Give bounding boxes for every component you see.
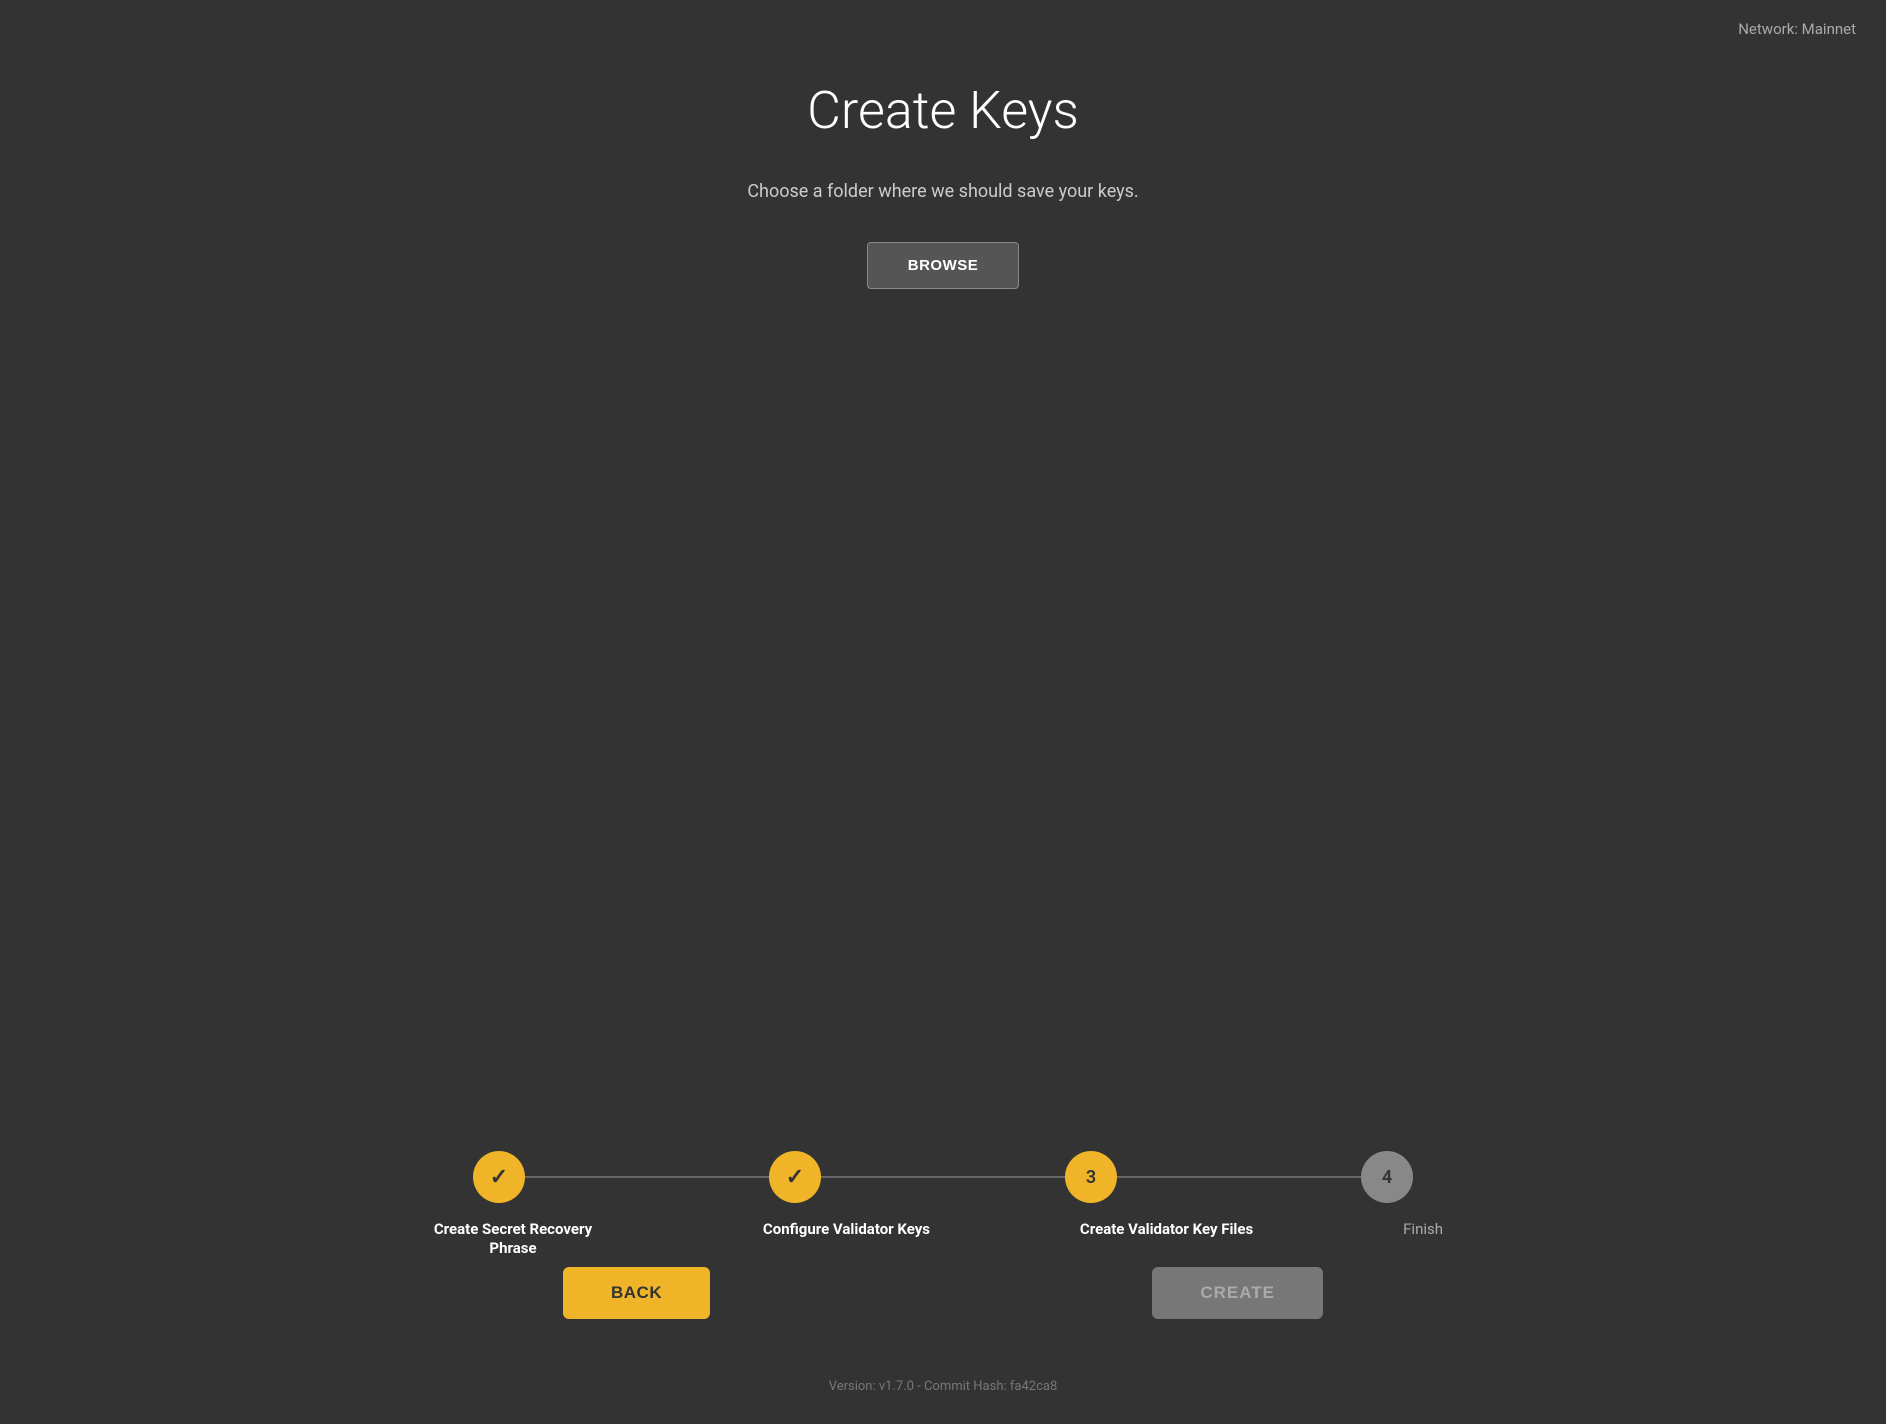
browse-button[interactable]: BROWSE [867,242,1020,289]
create-button[interactable]: CREATE [1152,1267,1323,1319]
stepper: ✓ ✓ 3 4 [473,1151,1413,1203]
step-line-3-4 [1117,1176,1361,1178]
step-line-2-3 [821,1176,1065,1178]
step-4-number: 4 [1382,1167,1392,1188]
page-subtitle: Choose a folder where we should save you… [747,181,1138,202]
step-2-circle: ✓ [769,1151,821,1203]
step-2-label: Configure Validator Keys [763,1220,930,1238]
step-3-label: Create Validator Key Files [1080,1220,1253,1238]
step-line-1-2 [525,1176,769,1178]
network-label: Network: Mainnet [1738,20,1856,38]
step-4-circle: 4 [1361,1151,1413,1203]
step-2-check-icon: ✓ [786,1165,804,1190]
step-3-circle: 3 [1065,1151,1117,1203]
step-3-number: 3 [1086,1167,1096,1188]
step-4-label: Finish [1403,1220,1443,1238]
step-1-check-icon: ✓ [490,1165,508,1190]
back-button[interactable]: BACK [563,1267,710,1319]
page-title: Create Keys [807,80,1079,141]
navigation-row: BACK CREATE [343,1267,1543,1319]
version-info: Version: v1.7.0 - Commit Hash: fa42ca8 [829,1379,1058,1394]
step-1-circle: ✓ [473,1151,525,1203]
step-1-label: Create Secret Recovery Phrase [434,1220,592,1257]
